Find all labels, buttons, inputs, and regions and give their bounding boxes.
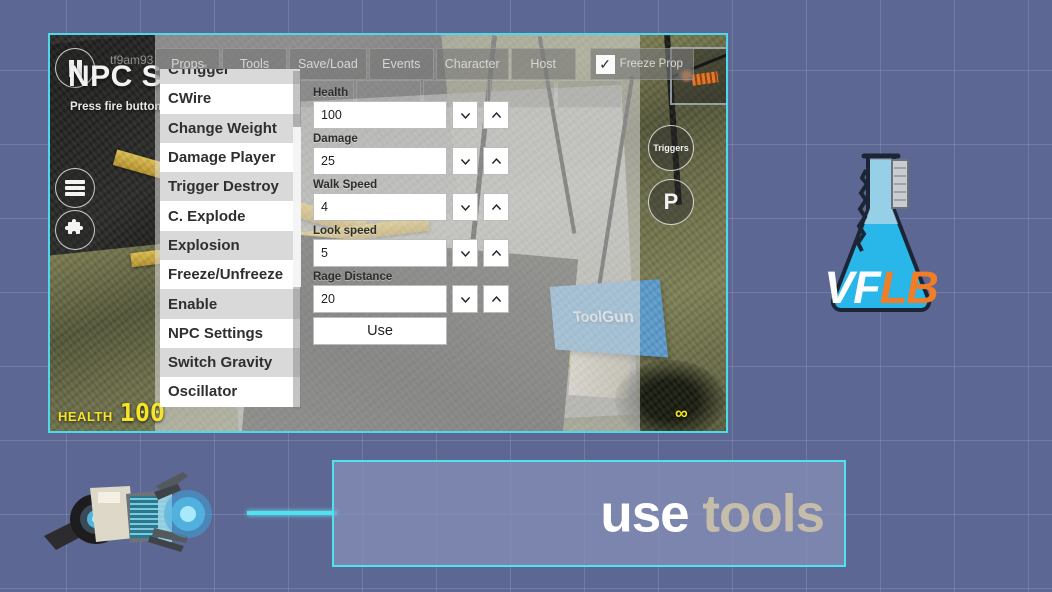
chevron-up-icon [490, 247, 503, 260]
list-item[interactable]: C. Explode [160, 201, 300, 230]
health-increment-button[interactable] [483, 101, 509, 129]
list-item[interactable]: Oscillator [160, 377, 300, 406]
npc-settings-form: Health 100 Damage 25 Walk Speed 4 [313, 87, 553, 345]
list-item[interactable]: Switch Gravity [160, 348, 300, 377]
health-value: 100 [120, 398, 165, 427]
walk-speed-decrement-button[interactable] [452, 193, 478, 221]
gravity-gun-icon [38, 466, 253, 561]
list-item[interactable]: NPC Settings [160, 319, 300, 348]
triggers-button[interactable]: Triggers [648, 125, 694, 171]
walk-speed-field-label: Walk Speed [313, 179, 553, 191]
health-input[interactable]: 100 [313, 101, 447, 129]
tab-host[interactable]: Host [511, 48, 576, 80]
look-speed-field-row: 5 [313, 239, 553, 267]
banner: use tools [332, 460, 846, 567]
health-field-row: 100 [313, 101, 553, 129]
vflb-wordmark: VFLB [806, 265, 956, 310]
list-item[interactable]: CWire [160, 84, 300, 113]
tab-character[interactable]: Character [436, 48, 509, 80]
list-item[interactable]: Damage Player [160, 143, 300, 172]
look-speed-field-label: Look speed [313, 225, 553, 237]
rage-distance-increment-button[interactable] [483, 285, 509, 313]
rage-distance-field-row: 20 [313, 285, 553, 313]
damage-field-row: 25 [313, 147, 553, 175]
list-item[interactable]: Explosion [160, 231, 300, 260]
menu-button[interactable] [55, 168, 95, 208]
checkmark-icon: ✓ [596, 55, 615, 74]
chevron-up-icon [490, 293, 503, 306]
tool-list[interactable]: CTrigger CWire Change Weight Damage Play… [160, 69, 300, 411]
walk-speed-input[interactable]: 4 [313, 193, 447, 221]
vflb-text-white: VF [824, 262, 880, 313]
tab-ghost [557, 80, 622, 108]
look-speed-increment-button[interactable] [483, 239, 509, 267]
list-item[interactable]: Change Weight [160, 114, 300, 143]
scrollbar-thumb[interactable] [293, 127, 301, 287]
vflb-logo: VFLB [806, 148, 956, 318]
health-decrement-button[interactable] [452, 101, 478, 129]
laser-beam-icon [247, 511, 337, 515]
health-field-label: Health [313, 87, 553, 99]
walk-speed-field-row: 4 [313, 193, 553, 221]
vflb-text-orange: LB [880, 262, 938, 313]
rage-distance-field-label: Rage Distance [313, 271, 553, 283]
look-speed-input[interactable]: 5 [313, 239, 447, 267]
chevron-up-icon [490, 201, 503, 214]
chevron-up-icon [490, 109, 503, 122]
health-hud: HEALTH 100 [58, 398, 165, 427]
chevron-down-icon [459, 155, 472, 168]
damage-input[interactable]: 25 [313, 147, 447, 175]
walk-speed-increment-button[interactable] [483, 193, 509, 221]
game-window: ToolGun tf9am93 NPC Settings Press fire … [48, 33, 728, 433]
hud-instruction: Press fire button [70, 101, 161, 113]
tool-list-scrollbar[interactable] [293, 71, 301, 409]
properties-button[interactable]: P [648, 179, 694, 225]
list-item[interactable]: Enable [160, 289, 300, 318]
banner-text: use tools [600, 483, 824, 544]
banner-word-secondary: tools [702, 484, 824, 543]
chevron-down-icon [459, 247, 472, 260]
chevron-up-icon [490, 155, 503, 168]
rage-distance-decrement-button[interactable] [452, 285, 478, 313]
tab-events[interactable]: Events [369, 48, 434, 80]
damage-field-label: Damage [313, 133, 553, 145]
triggers-button-label: Triggers [653, 143, 689, 153]
list-item[interactable]: CTrigger [160, 69, 300, 84]
health-label: HEALTH [58, 409, 113, 424]
properties-button-label: P [664, 189, 679, 215]
chevron-down-icon [459, 293, 472, 306]
chevron-down-icon [459, 201, 472, 214]
list-item[interactable]: Freeze/Unfreeze [160, 260, 300, 289]
rage-distance-input[interactable]: 20 [313, 285, 447, 313]
chevron-down-icon [459, 109, 472, 122]
look-speed-decrement-button[interactable] [452, 239, 478, 267]
ammo-infinity-icon: ∞ [675, 403, 688, 424]
freeze-prop-label: Freeze Prop [620, 58, 683, 70]
puzzle-piece-icon [63, 218, 87, 242]
hamburger-menu-icon [65, 178, 85, 198]
list-item[interactable]: Trigger Destroy [160, 172, 300, 201]
banner-word-primary: use [600, 484, 688, 543]
damage-decrement-button[interactable] [452, 147, 478, 175]
puzzle-button[interactable] [55, 210, 95, 250]
damage-increment-button[interactable] [483, 147, 509, 175]
freeze-prop-checkbox[interactable]: ✓ Freeze Prop [590, 48, 694, 80]
use-button[interactable]: Use [313, 317, 447, 345]
